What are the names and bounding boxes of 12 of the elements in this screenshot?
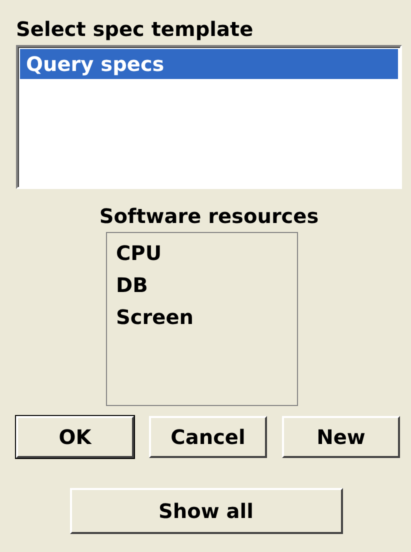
- dialog-button[interactable]: Cancel: [149, 416, 267, 458]
- dialog-button[interactable]: New: [282, 416, 400, 458]
- list-item[interactable]: DB: [110, 269, 294, 301]
- list-label: Software resources: [98, 203, 320, 229]
- list-item[interactable]: Query specs: [20, 49, 398, 79]
- show-all-button[interactable]: Show all: [70, 488, 342, 534]
- list-item[interactable]: CPU: [110, 237, 294, 269]
- list-label: Select spec template: [16, 16, 254, 42]
- dialog-button[interactable]: OK: [16, 416, 134, 458]
- resource-list[interactable]: CPU DB Screen: [106, 232, 298, 406]
- template-list[interactable]: Query specs: [16, 45, 402, 189]
- list-item[interactable]: Screen: [110, 301, 294, 333]
